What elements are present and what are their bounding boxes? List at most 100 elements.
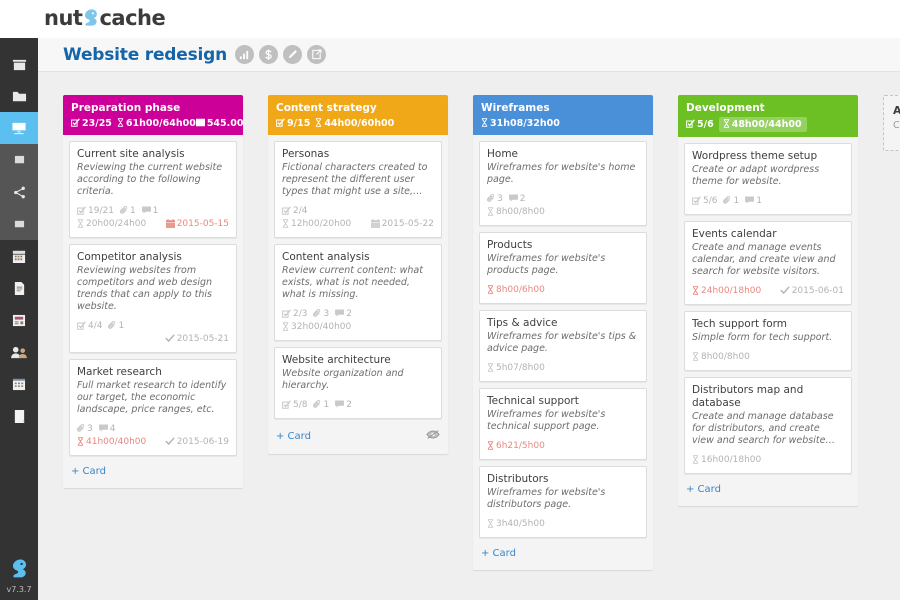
card-comments-value: 1 <box>756 196 762 206</box>
card-meta-row-time: 2015-05-21 <box>77 333 229 346</box>
card-time: 20h00/24h00 <box>77 218 146 231</box>
card-attachments-value: 1 <box>129 206 136 216</box>
card[interactable]: Products Wireframes for website's product… <box>479 232 647 304</box>
card-title: Products <box>487 239 533 251</box>
card-description: Full market research to identify our tar… <box>77 380 227 415</box>
sidebar-item-calendar[interactable] <box>0 240 38 272</box>
card-meta: 8h00/8h00 <box>692 351 844 364</box>
list-budget-value: 545.00 <box>206 118 243 129</box>
page-title: Website redesign <box>63 44 227 65</box>
sidebar-item-boards[interactable] <box>0 112 38 144</box>
card[interactable]: Distributors Wireframes for website's dis… <box>479 466 647 538</box>
sidebar-item-share[interactable] <box>0 176 38 208</box>
card-comments-value: 2 <box>346 309 352 319</box>
card[interactable]: Content analysis Review current content: … <box>274 244 442 341</box>
sidebar-item-invoices[interactable] <box>0 304 38 336</box>
list-header[interactable]: Development 5/6 48h00/44h00 <box>678 95 858 137</box>
list-header[interactable]: Preparation phase 23/25 61h00/64h00 545.00 <box>63 95 243 135</box>
list-header[interactable]: Content strategy 9/15 44h00/60h00 <box>268 95 448 135</box>
sidebar-item-tasks[interactable] <box>0 144 38 176</box>
check-icon <box>164 334 175 345</box>
card[interactable]: Distributors map and database Create and … <box>684 377 852 474</box>
list-content-strategy[interactable]: Content strategy 9/15 44h00/60h00 Personas F… <box>268 95 448 454</box>
sidebar-item-contacts[interactable] <box>0 336 38 368</box>
card-attachments: 1 <box>723 195 739 208</box>
board-canvas[interactable]: Preparation phase 23/25 61h00/64h00 545.00 C… <box>38 72 900 600</box>
card-date-value: 2015-05-15 <box>176 219 229 229</box>
card-meta-row-time: 8h00/6h00 <box>487 284 639 297</box>
add-card-button[interactable]: + Card <box>481 548 516 559</box>
export-icon[interactable] <box>307 45 326 64</box>
eye-off-icon[interactable] <box>426 429 440 443</box>
sidebar-item-timesheet[interactable] <box>0 368 38 400</box>
card[interactable]: Tips & advice Wireframes for website's ti… <box>479 310 647 382</box>
dollar-icon[interactable] <box>259 45 278 64</box>
document-icon <box>13 281 26 296</box>
card[interactable]: Website architecture Website organization… <box>274 347 442 419</box>
sidebar-item-notes[interactable] <box>0 400 38 432</box>
add-card-button[interactable]: + Card <box>71 466 106 477</box>
card-description: Simple form for tech support. <box>692 332 833 343</box>
card-meta-row-time: 20h00/24h00 2015-05-15 <box>77 218 229 231</box>
card-comments: 1 <box>745 195 762 208</box>
list-wireframes[interactable]: Wireframes 31h08/32h00 Home Wireframes for … <box>473 95 653 570</box>
sidebar-top-spacer <box>0 38 38 48</box>
nutcache-logo[interactable]: nut cache <box>44 6 166 30</box>
hourglass-icon <box>692 454 699 467</box>
add-list-title: Add list <box>893 104 900 117</box>
card-meta-row-counts: 19/21 1 1 <box>77 205 229 218</box>
comment-icon <box>141 206 151 217</box>
pencil-icon[interactable] <box>283 45 302 64</box>
card-description: Create and manage database for distribut… <box>692 411 835 446</box>
sidebar-item-projects[interactable] <box>0 80 38 112</box>
card-attachments: 3 <box>76 423 93 436</box>
card[interactable]: Market research Full market research to i… <box>69 359 237 456</box>
sidebar-item-dashboard[interactable] <box>0 48 38 80</box>
board-header-actions <box>235 45 326 64</box>
list-development[interactable]: Development 5/6 48h00/44h00 Wordpress theme… <box>678 95 858 506</box>
check-box-icon <box>77 205 86 218</box>
list-body: Home Wireframes for website's home page. 3… <box>473 135 653 570</box>
sidebar-item-cards[interactable] <box>0 208 38 240</box>
card[interactable]: Home Wireframes for website's home page. 3… <box>479 141 647 226</box>
card[interactable]: Current site analysis Reviewing the curre… <box>69 141 237 238</box>
add-card-button[interactable]: + Card <box>276 431 311 442</box>
card-meta-row-counts: 32 <box>486 193 639 206</box>
comment-icon <box>745 196 755 207</box>
card-title: Market research <box>77 366 162 378</box>
card-tasks-value: 2/3 <box>293 309 308 319</box>
chart-icon[interactable] <box>235 45 254 64</box>
card-title: Content analysis <box>282 251 370 263</box>
card-tasks-value: 2/4 <box>293 206 308 216</box>
card[interactable]: Wordpress theme setup Create or adapt wor… <box>684 143 852 215</box>
card-meta-row-time: 3h40/5h00 <box>487 518 639 531</box>
card[interactable]: Competitor analysis Reviewing websites fr… <box>69 244 237 353</box>
card-title: Website architecture <box>282 354 391 366</box>
invoice-icon <box>12 314 26 327</box>
card[interactable]: Tech support form Simple form for tech su… <box>684 311 852 371</box>
card[interactable]: Events calendar Create and manage events … <box>684 221 852 305</box>
card[interactable]: Technical support Wireframes for website'… <box>479 388 647 460</box>
card[interactable]: Personas Fictional characters created to … <box>274 141 442 238</box>
sidebar-item-reports[interactable] <box>0 272 38 304</box>
squirrel-icon <box>83 8 98 28</box>
card-description: Create or adapt wordpress theme for webs… <box>692 164 820 187</box>
check-icon <box>164 437 175 448</box>
add-list-placeholder[interactable]: Add list Create a new list <box>883 95 900 151</box>
card-time-value: 12h00/20h00 <box>291 219 352 229</box>
card-meta: 19/21 1 1 20h00/24h00 2015-05-15 <box>77 205 229 231</box>
card-time-value: 41h00/40h00 <box>86 437 147 447</box>
card-time-value: 24h00/18h00 <box>701 286 762 296</box>
hourglass-icon <box>487 440 494 453</box>
card-title: Personas <box>282 148 330 160</box>
card-description: Review current content: what exists, wha… <box>282 265 423 300</box>
add-card-button[interactable]: + Card <box>686 484 721 495</box>
list-preparation-phase[interactable]: Preparation phase 23/25 61h00/64h00 545.00 C… <box>63 95 243 488</box>
list-header[interactable]: Wireframes 31h08/32h00 <box>473 95 653 135</box>
share-icon <box>13 186 26 199</box>
clip-icon <box>723 195 731 208</box>
card-meta-row-time: 32h00/40h00 <box>282 321 434 334</box>
list-time: 61h00/64h00 <box>117 117 196 130</box>
card-description: Wireframes for website's technical suppo… <box>487 409 606 432</box>
list-meta: 9/15 44h00/60h00 <box>276 117 440 130</box>
